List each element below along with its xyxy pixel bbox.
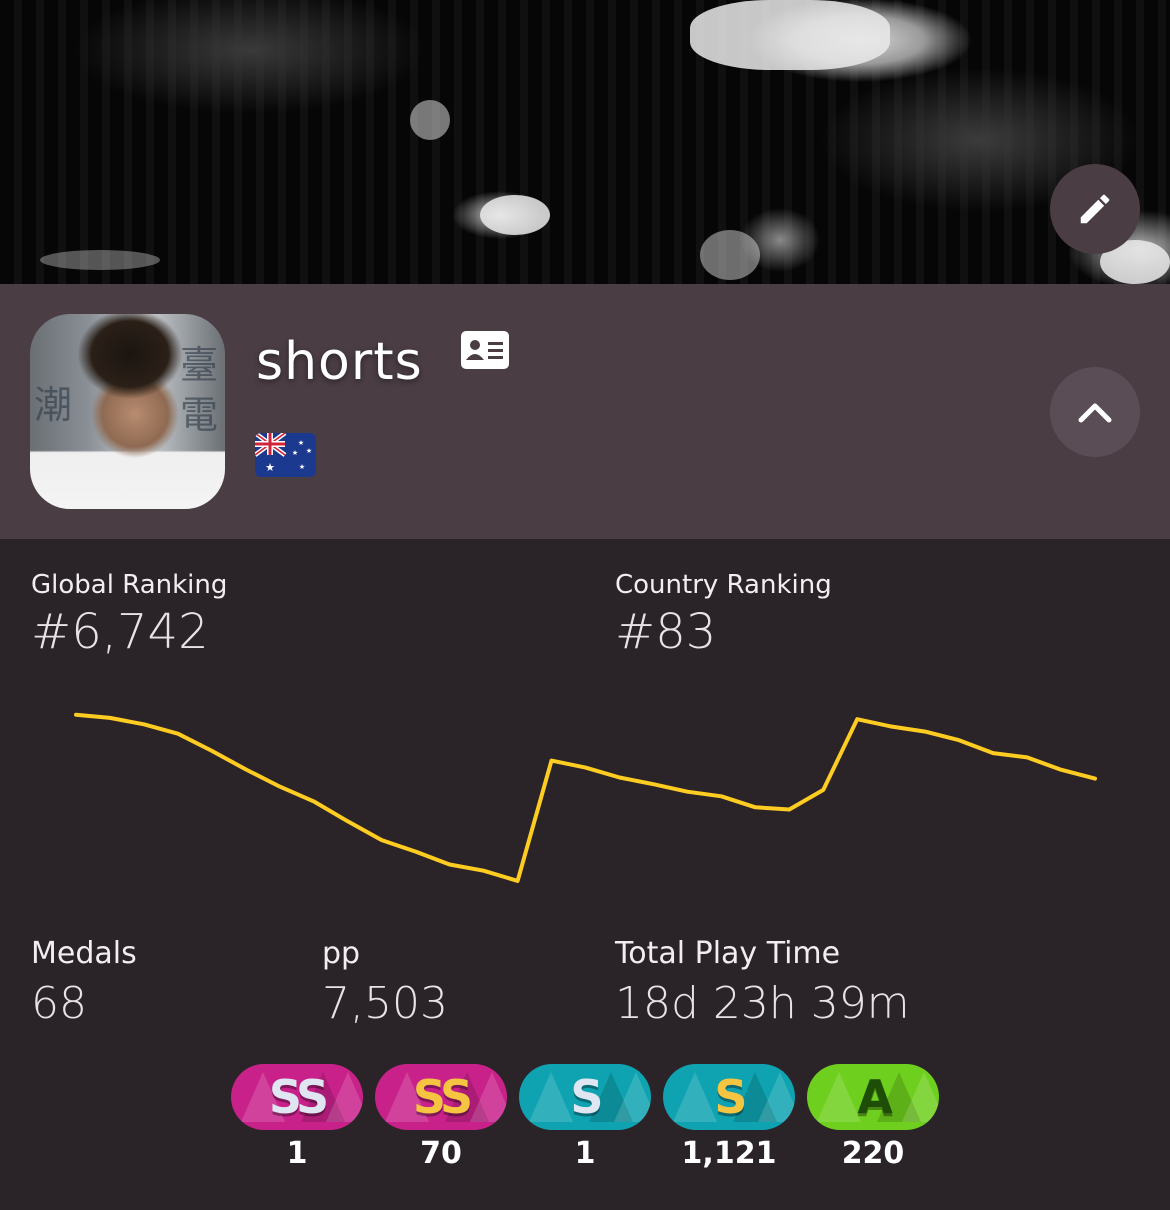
grade-letter: SS	[268, 1070, 329, 1124]
grade-badge-s-silver: S	[519, 1064, 651, 1130]
grade-badge-a-normal: A	[807, 1064, 939, 1130]
rank-history-chart[interactable]	[0, 680, 1170, 890]
grade-decoration	[902, 1072, 939, 1122]
grade-letter: A	[857, 1070, 893, 1124]
grade-count: 1,121	[681, 1136, 777, 1171]
play-time-value: 18d 23h 39m	[615, 978, 910, 1029]
grade-count: 1	[574, 1136, 596, 1171]
play-time-label: Total Play Time	[615, 936, 841, 971]
grade-badge-s-gold: S	[663, 1064, 795, 1130]
pencil-icon	[1080, 194, 1110, 224]
profile-cover-image	[0, 0, 1170, 284]
grade-badge-ss-silver: SS	[231, 1064, 363, 1130]
svg-text:★: ★	[292, 449, 298, 457]
collapse-header-button[interactable]	[1050, 367, 1140, 457]
country-ranking-label: Country Ranking	[615, 570, 832, 600]
avatar[interactable]: 潮 臺 電	[30, 314, 225, 509]
rank-history-line	[74, 712, 1097, 883]
grade-letter: S	[570, 1070, 603, 1124]
pp-value: 7,503	[322, 978, 448, 1029]
grade-decoration	[614, 1072, 651, 1122]
medals-value: 68	[31, 978, 87, 1029]
svg-text:★: ★	[298, 439, 304, 447]
grade-decoration	[817, 1072, 861, 1122]
medals-label: Medals	[31, 936, 137, 971]
grade-count: 70	[420, 1136, 462, 1171]
grade-decoration	[470, 1072, 507, 1122]
grade-count: 220	[841, 1136, 905, 1171]
global-ranking-value: #6,742	[31, 604, 209, 660]
chevron-up-icon	[1078, 403, 1112, 423]
profile-header: 潮 臺 電	[0, 284, 1170, 539]
australia-flag-icon[interactable]: ★ ★ ★ ★ ★	[255, 433, 316, 477]
global-ranking-label: Global Ranking	[31, 570, 228, 600]
country-ranking-value: #83	[615, 604, 717, 660]
svg-text:★: ★	[265, 461, 275, 474]
id-card-icon[interactable]	[461, 331, 509, 373]
grade-decoration	[326, 1072, 363, 1122]
pp-label: pp	[322, 936, 361, 971]
edit-cover-button[interactable]	[1050, 164, 1140, 254]
grade-decoration	[758, 1072, 795, 1122]
svg-text:★: ★	[306, 447, 312, 455]
svg-text:★: ★	[299, 463, 305, 471]
grade-decoration	[673, 1072, 717, 1122]
grade-letter: SS	[412, 1070, 473, 1124]
grade-badge-ss-gold: SS	[375, 1064, 507, 1130]
username: shorts	[256, 332, 423, 392]
grade-letter: S	[714, 1070, 747, 1124]
grade-count: 1	[286, 1136, 308, 1171]
grade-decoration	[529, 1072, 573, 1122]
